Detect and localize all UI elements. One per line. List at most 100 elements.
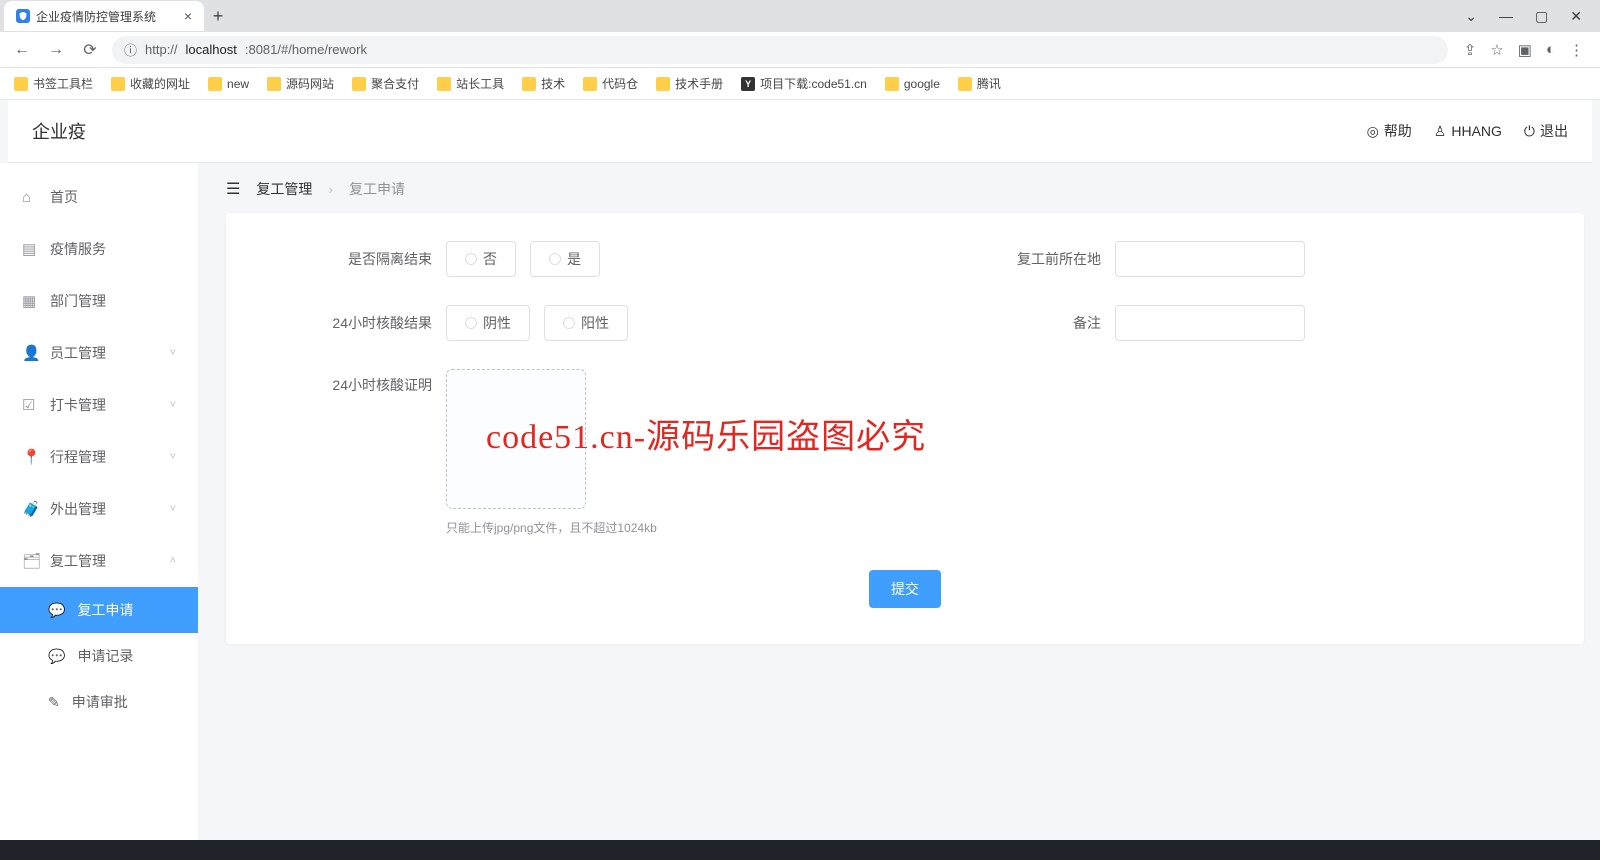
bookmark-item[interactable]: 书签工具栏 <box>14 75 93 92</box>
footer-bar <box>0 840 1600 860</box>
location-label: 复工前所在地 <box>935 249 1115 269</box>
submit-button[interactable]: 提交 <box>869 570 941 608</box>
user-icon: 👤 <box>22 344 38 362</box>
extensions-icon[interactable]: ▣ <box>1518 41 1532 59</box>
radio-dot-icon <box>563 317 575 329</box>
nat-neg-radio[interactable]: 阴性 <box>446 305 530 341</box>
dept-icon: ▦ <box>22 292 38 310</box>
browser-tab[interactable]: 企业疫情防控管理系统 × <box>4 1 204 31</box>
url-bar[interactable]: ⓘ http:// localhost :8081/#/home/rework <box>112 36 1448 64</box>
bookmark-item[interactable]: 聚合支付 <box>352 75 419 92</box>
bookmark-item[interactable]: 腾讯 <box>958 75 1001 92</box>
pin-icon: 📍 <box>22 448 38 466</box>
sidebar-item-home[interactable]: ⌂首页 <box>0 171 198 223</box>
chevron-down-icon[interactable]: ⌄ <box>1465 8 1477 25</box>
bookmark-item[interactable]: 代码仓 <box>583 75 638 92</box>
bookmark-label: google <box>904 77 940 91</box>
info-icon: ⓘ <box>124 40 137 59</box>
bookmark-label: 书签工具栏 <box>33 75 93 92</box>
app-root: 企业疫 ◎ 帮助 ♙ HHANG ⏻ 退出 ⌂首页▤疫情服务▦部门管理👤员工管理… <box>0 100 1600 860</box>
new-tab-button[interactable]: + <box>204 6 232 27</box>
folder-icon <box>958 77 972 91</box>
url-host: localhost <box>186 42 237 57</box>
field-proof: 24小时核酸证明 只能上传jpg/png文件，且不超过1024kb <box>266 369 875 536</box>
sidebar-subitem-label: 申请审批 <box>72 692 128 712</box>
sidebar-item-pin[interactable]: 📍行程管理˅ <box>0 431 198 483</box>
url-prefix: http:// <box>145 42 178 57</box>
folder-icon <box>111 77 125 91</box>
menu-toggle-icon[interactable]: ☰ <box>226 179 240 199</box>
forward-icon[interactable]: → <box>44 41 68 59</box>
bookmark-item[interactable]: 技术 <box>522 75 565 92</box>
case-icon: 🧳 <box>22 500 38 518</box>
radio-dot-icon <box>465 253 477 265</box>
sidebar-item-clock[interactable]: ☑打卡管理˅ <box>0 379 198 431</box>
folder-icon <box>208 77 222 91</box>
upload-hint: 只能上传jpg/png文件，且不超过1024kb <box>446 519 657 536</box>
field-nat: 24小时核酸结果 阴性 阳性 <box>266 305 875 341</box>
quarantine-no-label: 否 <box>483 249 497 269</box>
folder-icon <box>583 77 597 91</box>
sidebar-subitem[interactable]: ✎申请审批 <box>0 679 198 725</box>
sidebar-subitem[interactable]: 💬申请记录 <box>0 633 198 679</box>
bookmark-item[interactable]: google <box>885 77 940 91</box>
profile-icon[interactable]: ◐ <box>1546 41 1555 59</box>
breadcrumb: ☰ 复工管理 › 复工申请 <box>226 179 1584 199</box>
quarantine-no-radio[interactable]: 否 <box>446 241 516 277</box>
user-link[interactable]: ♙ HHANG <box>1434 121 1502 141</box>
remark-input[interactable] <box>1115 305 1305 341</box>
sidebar-subitem[interactable]: 💬复工申请 <box>0 587 198 633</box>
page-icon: Y <box>741 77 755 91</box>
close-icon[interactable]: × <box>184 8 192 24</box>
location-input[interactable] <box>1115 241 1305 277</box>
shield-icon <box>16 9 30 23</box>
bookmarks-bar: 书签工具栏 收藏的网址 new 源码网站 聚合支付 站长工具 技术 代码仓 技术手册 Y项目下载:… <box>0 68 1600 100</box>
quarantine-yes-radio[interactable]: 是 <box>530 241 600 277</box>
breadcrumb-sep: › <box>328 181 333 197</box>
bookmark-item[interactable]: Y项目下载:code51.cn <box>741 75 867 92</box>
star-icon[interactable]: ☆ <box>1490 41 1503 59</box>
minimize-icon[interactable]: — <box>1499 8 1513 25</box>
share-icon[interactable]: ⇪ <box>1464 41 1477 59</box>
folder-icon <box>437 77 451 91</box>
url-rest: :8081/#/home/rework <box>245 42 367 57</box>
reload-icon[interactable]: ⟳ <box>78 40 102 60</box>
bookmark-label: 站长工具 <box>456 75 504 92</box>
maximize-icon[interactable]: ▢ <box>1535 8 1548 25</box>
sidebar-item-label: 行程管理 <box>50 447 106 467</box>
sidebar-item-rework[interactable]: 🗂复工管理˄ <box>0 535 198 587</box>
close-window-icon[interactable]: ✕ <box>1570 8 1582 25</box>
breadcrumb-root[interactable]: 复工管理 <box>256 179 312 199</box>
bookmark-item[interactable]: 源码网站 <box>267 75 334 92</box>
back-icon[interactable]: ← <box>10 41 34 59</box>
bookmark-item[interactable]: 技术手册 <box>656 75 723 92</box>
nat-neg-label: 阴性 <box>483 313 511 333</box>
upload-box[interactable] <box>446 369 586 509</box>
sidebar-item-user[interactable]: 👤员工管理˅ <box>0 327 198 379</box>
app-header: 企业疫 ◎ 帮助 ♙ HHANG ⏻ 退出 <box>8 100 1592 162</box>
logout-icon: ⏻ <box>1524 123 1535 140</box>
proof-label: 24小时核酸证明 <box>266 369 446 395</box>
nat-pos-label: 阳性 <box>581 313 609 333</box>
rework-icon: 🗂 <box>22 552 38 570</box>
sidebar: ⌂首页▤疫情服务▦部门管理👤员工管理˅☑打卡管理˅ 📍 行程管理 ˅ 🧳外出管理˅ 🗂 复工… <box>0 163 198 840</box>
bookmark-item[interactable]: 收藏的网址 <box>111 75 190 92</box>
folder-icon <box>885 77 899 91</box>
sidebar-item-dept[interactable]: ▦部门管理 <box>0 275 198 327</box>
chevron-down-icon: ˅ <box>170 347 176 359</box>
sidebar-item-label: 疫情服务 <box>50 239 106 259</box>
bookmark-label: 源码网站 <box>286 75 334 92</box>
brand-title: 企业疫 <box>32 118 86 144</box>
chat-icon: 💬 <box>48 602 65 619</box>
help-link[interactable]: ◎ 帮助 <box>1367 121 1412 141</box>
nat-pos-radio[interactable]: 阳性 <box>544 305 628 341</box>
sidebar-item-label: 复工管理 <box>50 551 106 571</box>
bookmark-item[interactable]: new <box>208 77 249 91</box>
menu-icon[interactable]: ⋮ <box>1569 41 1584 59</box>
window-controls: ⌄ — ▢ ✕ <box>1465 8 1596 25</box>
bookmark-item[interactable]: 站长工具 <box>437 75 504 92</box>
sidebar-item-case[interactable]: 🧳外出管理˅ <box>0 483 198 535</box>
folder-icon <box>522 77 536 91</box>
logout-link[interactable]: ⏻ 退出 <box>1524 121 1568 141</box>
sidebar-item-grid[interactable]: ▤疫情服务 <box>0 223 198 275</box>
